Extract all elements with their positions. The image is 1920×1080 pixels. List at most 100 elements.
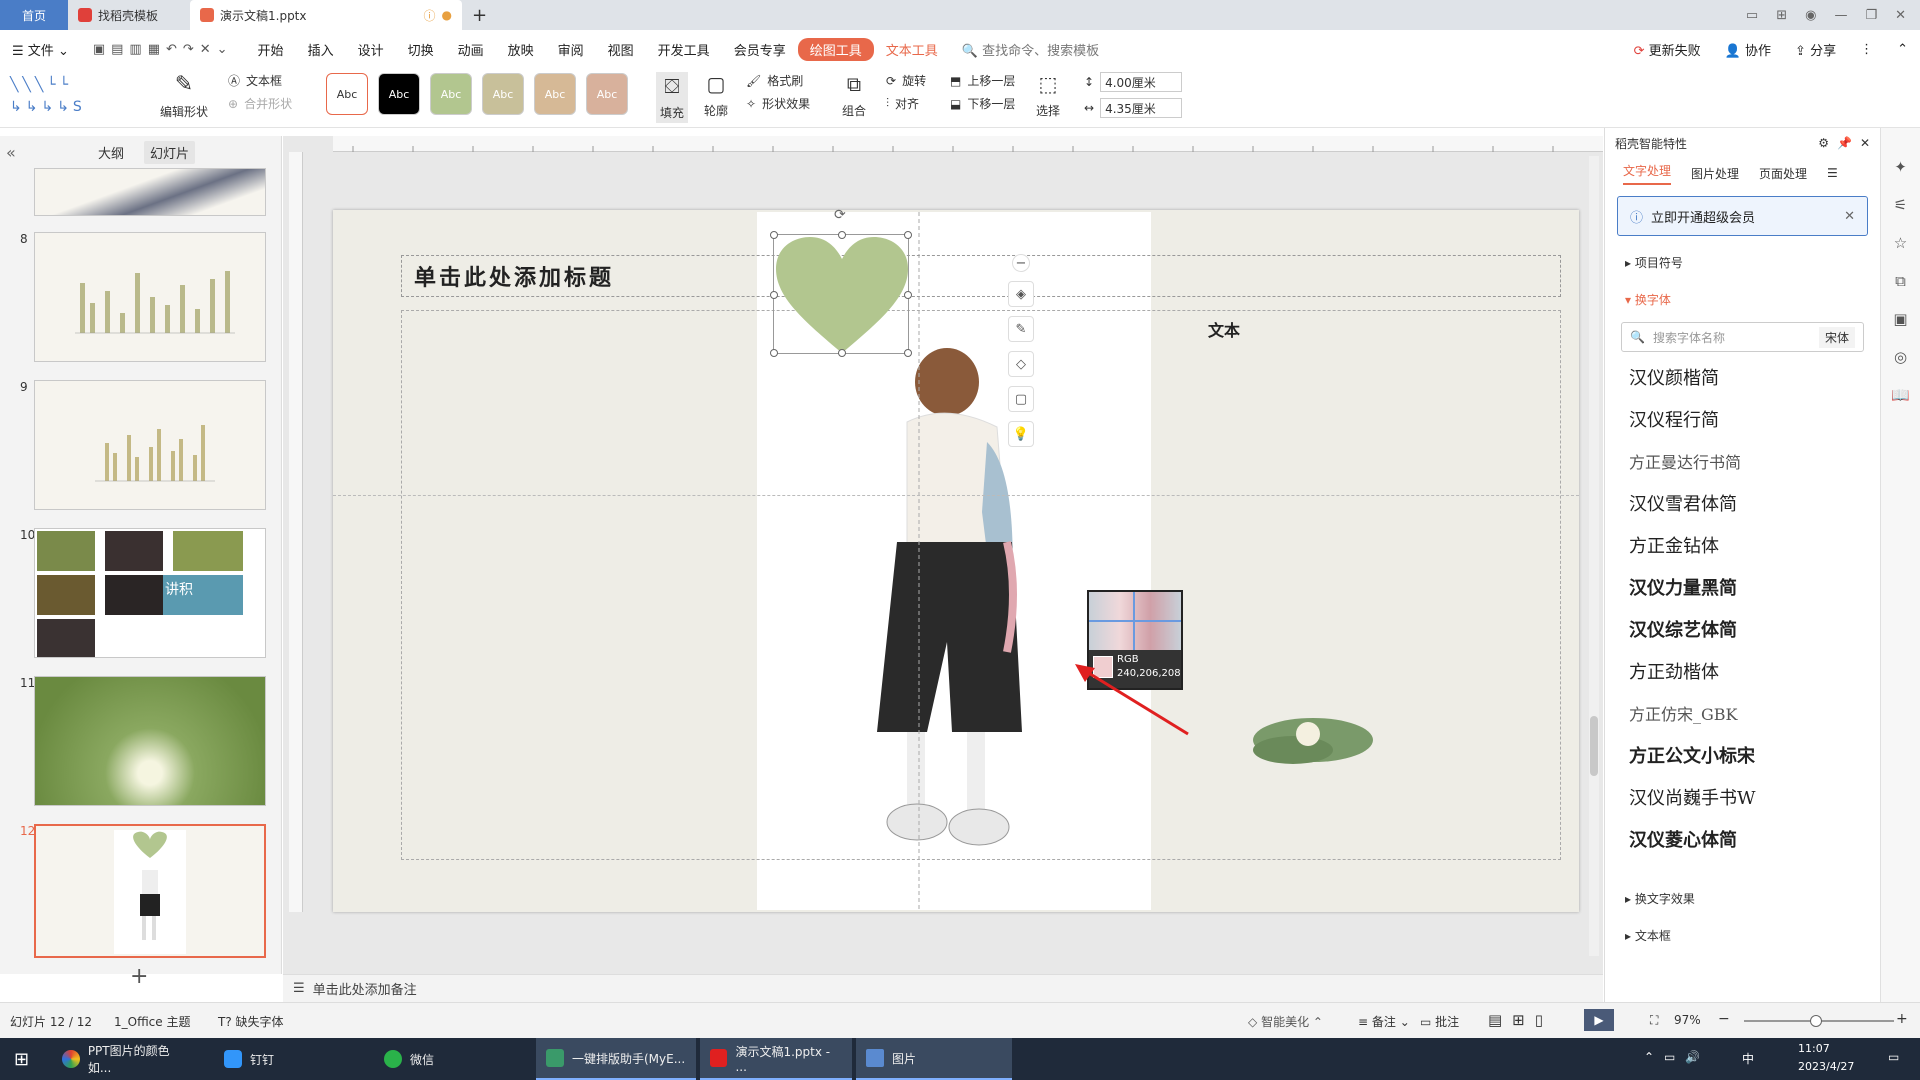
menu-start[interactable]: 开始: [246, 40, 296, 59]
new-tab-button[interactable]: +: [462, 0, 497, 30]
slide-thumbnail-8[interactable]: [34, 232, 266, 362]
vertical-scrollbar[interactable]: [1589, 156, 1599, 956]
font-item[interactable]: 汉仪雪君体简: [1605, 482, 1880, 524]
menu-transition[interactable]: 切换: [396, 40, 446, 59]
slide-thumbnail-11[interactable]: [34, 676, 266, 806]
menu-text-tools[interactable]: 文本工具: [874, 40, 950, 59]
shape-effect-button[interactable]: ✧ 形状效果: [746, 95, 810, 112]
avatar[interactable]: ◉: [1805, 8, 1816, 23]
title-placeholder[interactable]: 单击此处添加标题: [401, 255, 1561, 297]
shape-style-green[interactable]: Abc: [430, 73, 472, 115]
copy-icon[interactable]: ⧉: [1895, 272, 1906, 290]
smart-beautify-button[interactable]: ◇ 智能美化 ⌃: [1248, 1013, 1323, 1030]
layout-icon[interactable]: ▭: [1746, 8, 1758, 23]
line-shapes-gallery[interactable]: ╲╲╲└└ ↳↳↳↳S: [10, 74, 140, 120]
missing-font-button[interactable]: T? 缺失字体: [218, 1013, 284, 1030]
fill-icon[interactable]: ◇: [1008, 351, 1034, 377]
menu-drawing-tools[interactable]: 绘图工具: [797, 37, 874, 61]
play-slideshow-button[interactable]: ▶: [1584, 1009, 1614, 1031]
layers-icon[interactable]: ◈: [1008, 281, 1034, 307]
resize-handle[interactable]: [770, 349, 778, 357]
add-slide-button[interactable]: +: [130, 964, 148, 989]
shape-style-tan[interactable]: Abc: [534, 73, 576, 115]
font-item[interactable]: 方正仿宋_GBK: [1605, 692, 1880, 734]
zoom-in-icon[interactable]: +: [1896, 1011, 1908, 1027]
pen-icon[interactable]: ✎: [1008, 316, 1034, 342]
ime-indicator[interactable]: 中: [1742, 1050, 1754, 1067]
zoom-level[interactable]: 97%: [1674, 1013, 1701, 1027]
bring-forward-button[interactable]: ⬒ 上移一层: [950, 72, 1015, 89]
view-mode-icons[interactable]: ▤⊞▯: [1488, 1011, 1553, 1029]
update-status[interactable]: ⟳ 更新失败: [1622, 40, 1713, 59]
tab-document[interactable]: 演示文稿1.pptx ⓘ ●: [190, 0, 462, 30]
section-change-font[interactable]: ▾ 换字体: [1605, 281, 1880, 318]
tab-home[interactable]: 首页: [0, 0, 68, 30]
more-icon[interactable]: ⋮: [1848, 42, 1885, 57]
magic-icon[interactable]: ✦: [1894, 158, 1907, 176]
format-painter-button[interactable]: 🖌 格式刷: [746, 72, 810, 89]
font-item[interactable]: 方正劲楷体: [1605, 650, 1880, 692]
font-item[interactable]: 方正公文小标宋: [1605, 734, 1880, 776]
shape-style-khaki[interactable]: Abc: [482, 73, 524, 115]
taskbar-item-dingtalk[interactable]: 钉钉: [214, 1038, 334, 1080]
menu-icon[interactable]: ☰: [1827, 166, 1838, 180]
taskbar-item-wechat[interactable]: 微信: [374, 1038, 494, 1080]
image-icon[interactable]: ▣: [1893, 310, 1907, 328]
taskbar-item-photos[interactable]: 图片: [856, 1038, 1012, 1080]
font-search-input[interactable]: 🔍 搜索字体名称 宋体: [1621, 322, 1864, 352]
menu-view[interactable]: 视图: [596, 40, 646, 59]
current-font-label[interactable]: 宋体: [1818, 326, 1855, 348]
font-item[interactable]: 汉仪菱心体简: [1605, 818, 1880, 860]
lightbulb-icon[interactable]: 💡: [1008, 421, 1034, 447]
resize-handle[interactable]: [904, 231, 912, 239]
alert-icon[interactable]: ⓘ: [424, 7, 436, 24]
tab-slides[interactable]: 幻灯片: [144, 140, 196, 164]
right-panel-title[interactable]: 稻壳智能特性: [1615, 135, 1687, 152]
close-banner-icon[interactable]: ✕: [1844, 209, 1855, 224]
zoom-slider[interactable]: [1744, 1015, 1894, 1027]
heart-shape-selection[interactable]: ⟳: [770, 207, 912, 357]
tab-text-processing[interactable]: 文字处理: [1623, 162, 1672, 185]
zoom-out-icon[interactable]: −: [1718, 1011, 1730, 1027]
shape-style-black[interactable]: Abc: [378, 73, 420, 115]
tab-page-processing[interactable]: 页面处理: [1759, 165, 1807, 182]
section-textbox[interactable]: ▸ 文本框: [1605, 917, 1880, 954]
maximize-icon[interactable]: ❐: [1865, 8, 1877, 23]
menu-file[interactable]: ☰ 文件 ⌄: [0, 40, 81, 59]
menu-slideshow[interactable]: 放映: [496, 40, 546, 59]
slide-thumbnail-7[interactable]: [34, 168, 266, 216]
minimize-icon[interactable]: —: [1834, 8, 1847, 23]
font-item[interactable]: 汉仪颜楷简: [1605, 356, 1880, 398]
resize-handle[interactable]: [770, 291, 778, 299]
quick-access-icons[interactable]: ▣▤▥▦↶↷✕⌄: [81, 42, 246, 57]
book-icon[interactable]: 📖: [1891, 386, 1910, 404]
zoom-slider-thumb[interactable]: [1810, 1015, 1822, 1027]
star-icon[interactable]: ☆: [1894, 234, 1907, 252]
menu-review[interactable]: 审阅: [546, 40, 596, 59]
collab-button[interactable]: 👤 协作: [1713, 40, 1783, 59]
font-item[interactable]: 方正金钻体: [1605, 524, 1880, 566]
clock-time[interactable]: 11:07: [1798, 1042, 1830, 1055]
tray-icons[interactable]: ⌃▭🔊: [1644, 1050, 1710, 1064]
font-item[interactable]: 汉仪程行简: [1605, 398, 1880, 440]
send-backward-button[interactable]: ⬓ 下移一层: [950, 95, 1015, 112]
resize-handle[interactable]: [904, 291, 912, 299]
slide-thumbnail-9[interactable]: [34, 380, 266, 510]
taskbar-item-wps[interactable]: 演示文稿1.pptx - ...: [700, 1038, 852, 1080]
shape-style-white[interactable]: Abc: [326, 73, 368, 115]
collapse-icon[interactable]: −: [1012, 254, 1030, 272]
edit-shape-button[interactable]: ✎ 编辑形状: [160, 72, 208, 120]
resize-handle[interactable]: [770, 231, 778, 239]
fill-button[interactable]: ⛋ 填充: [656, 72, 689, 123]
textbox-button[interactable]: Ⓐ 文本框: [228, 72, 292, 89]
share-button[interactable]: ⇪ 分享: [1783, 40, 1848, 59]
section-text-effect[interactable]: ▸ 换文字效果: [1605, 880, 1880, 917]
rotate-button[interactable]: ⟳ 旋转: [886, 72, 926, 89]
shape-width-input[interactable]: 4.35厘米: [1100, 98, 1183, 118]
outline-square-icon[interactable]: ▢: [1008, 386, 1034, 412]
scrollbar-thumb[interactable]: [1590, 716, 1598, 776]
command-search[interactable]: 🔍 查找命令、搜索模板: [950, 40, 1111, 59]
clock-date[interactable]: 2023/4/27: [1798, 1060, 1854, 1073]
grid-icon[interactable]: ⊞: [1776, 8, 1787, 23]
close-icon[interactable]: ✕: [1860, 136, 1870, 150]
